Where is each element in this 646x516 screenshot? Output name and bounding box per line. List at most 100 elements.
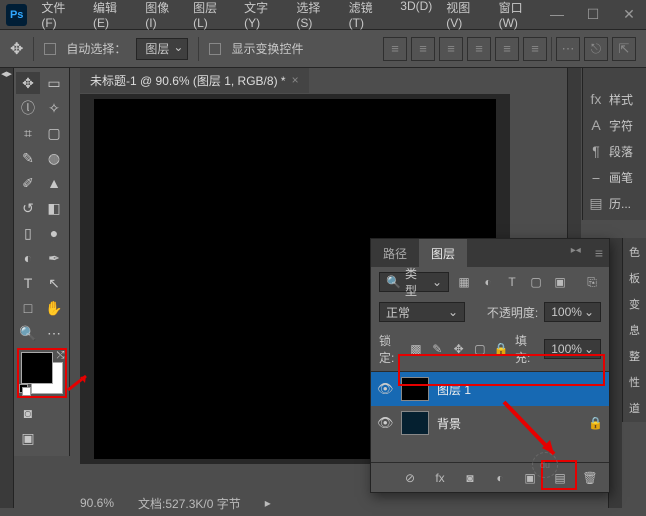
panel-menu-icon[interactable]: ≡ — [589, 239, 609, 267]
panel-color[interactable]: 色 — [625, 244, 644, 260]
right-panels-expand-strip-2[interactable] — [608, 238, 622, 508]
shape-tool[interactable]: □ — [16, 297, 40, 319]
layer-mask-icon[interactable]: ◙ — [461, 469, 479, 487]
doc-info[interactable]: 文档:527.3K/0 字节 — [138, 495, 241, 512]
align-middle-icon[interactable]: ≡ — [495, 37, 519, 61]
align-center-icon[interactable]: ≡ — [411, 37, 435, 61]
stamp-tool[interactable]: ▲ — [42, 172, 66, 194]
panel-character[interactable]: A字符 — [587, 112, 642, 138]
menu-select[interactable]: 选择(S) — [290, 0, 340, 34]
close-button[interactable]: ✕ — [618, 6, 640, 23]
filter-adjust-icon[interactable]: ◐ — [479, 273, 497, 291]
lock-pixels-icon[interactable]: ✎ — [430, 340, 445, 358]
hand-tool[interactable]: ✋ — [42, 297, 66, 319]
layer-thumbnail[interactable] — [401, 377, 429, 401]
adjustment-layer-icon[interactable]: ◐ — [491, 469, 509, 487]
pen-tool[interactable]: ✒ — [42, 247, 66, 269]
gradient-tool[interactable]: ▯ — [16, 222, 40, 244]
frame-tool[interactable]: ▢ — [42, 122, 66, 144]
fg-bg-color[interactable]: ⤭ — [17, 348, 67, 398]
document-tab[interactable]: 未标题-1 @ 90.6% (图层 1, RGB/8) * × — [80, 68, 309, 93]
default-colors-icon[interactable] — [19, 384, 31, 396]
close-tab-icon[interactable]: × — [292, 73, 299, 87]
panel-collapse-icon[interactable]: ▸◂ — [563, 239, 589, 267]
3d-mode-icon[interactable]: ⎋ — [584, 37, 608, 61]
opacity-input[interactable]: 100%⌄ — [544, 302, 601, 322]
crop-tool[interactable]: ⌗ — [16, 122, 40, 144]
menu-image[interactable]: 图像(I) — [139, 0, 185, 34]
text-tool[interactable]: T — [16, 272, 40, 294]
layer-fx-icon[interactable]: fx — [431, 469, 449, 487]
menu-text[interactable]: 文字(Y) — [238, 0, 288, 34]
align-bottom-icon[interactable]: ≡ — [523, 37, 547, 61]
auto-select-checkbox[interactable] — [44, 43, 56, 55]
tab-paths[interactable]: 路径 — [371, 239, 419, 267]
toolbox-expand-strip[interactable] — [0, 68, 14, 508]
panel-swatches[interactable]: 板 — [625, 270, 644, 286]
fill-input[interactable]: 100%⌄ — [544, 339, 601, 359]
zoom-level[interactable]: 90.6% — [80, 496, 114, 510]
panel-styles[interactable]: fx样式 — [587, 86, 642, 112]
layer-thumbnail[interactable] — [401, 411, 429, 435]
tab-layers[interactable]: 图层 — [419, 239, 467, 267]
menu-layer[interactable]: 图层(L) — [187, 0, 236, 34]
menu-3d[interactable]: 3D(D) — [394, 0, 438, 34]
marquee-tool[interactable]: ▭ — [42, 72, 66, 94]
layer-name[interactable]: 背景 — [437, 415, 461, 432]
menu-file[interactable]: 文件(F) — [35, 0, 85, 34]
eyedropper-tool[interactable]: ✎ — [16, 147, 40, 169]
filter-pixel-icon[interactable]: ▦ — [455, 273, 473, 291]
align-top-icon[interactable]: ≡ — [467, 37, 491, 61]
menu-view[interactable]: 视图(V) — [440, 0, 490, 34]
lasso-tool[interactable]: ⓛ — [16, 97, 40, 119]
minimize-button[interactable]: — — [546, 6, 568, 23]
healing-tool[interactable]: ◍ — [42, 147, 66, 169]
edit-toolbar[interactable]: ⋯ — [42, 322, 66, 344]
panel-paragraph[interactable]: ¶段落 — [587, 138, 642, 164]
filter-shape-icon[interactable]: ▢ — [527, 273, 545, 291]
history-brush-tool[interactable]: ↺ — [16, 197, 40, 219]
eraser-tool[interactable]: ◧ — [42, 197, 66, 219]
layer-filter-kind[interactable]: 🔍类型⌄ — [379, 272, 449, 292]
menu-filter[interactable]: 滤镜(T) — [343, 0, 393, 34]
panel-adjustments[interactable]: 变 — [625, 296, 644, 312]
menu-edit[interactable]: 编辑(E) — [87, 0, 137, 34]
show-transform-checkbox[interactable] — [209, 43, 221, 55]
layer-item-bg[interactable]: 👁 背景 🔒 — [371, 406, 609, 440]
panel-brushes[interactable]: ⎯画笔 — [587, 164, 642, 190]
lock-artboard-icon[interactable]: ▢ — [472, 340, 487, 358]
delete-layer-icon[interactable]: 🗑 — [581, 469, 599, 487]
blur-tool[interactable]: ● — [42, 222, 66, 244]
distribute-icon[interactable]: ⋯ — [556, 37, 580, 61]
panel-adjustments2[interactable]: 整 — [625, 348, 644, 364]
align-left-icon[interactable]: ≡ — [383, 37, 407, 61]
visibility-icon[interactable]: 👁 — [377, 381, 393, 397]
layer-name[interactable]: 图层 1 — [437, 381, 471, 398]
share-icon[interactable]: ⇱ — [612, 37, 636, 61]
layer-item-1[interactable]: 👁 图层 1 — [371, 372, 609, 406]
align-right-icon[interactable]: ≡ — [439, 37, 463, 61]
filter-toggle[interactable]: ⎘ — [583, 273, 601, 291]
screenmode-tool[interactable]: ▣ — [16, 427, 40, 449]
link-layers-icon[interactable]: ⊘ — [401, 469, 419, 487]
move-tool[interactable]: ✥ — [16, 72, 40, 94]
filter-smart-icon[interactable]: ▣ — [551, 273, 569, 291]
quickmask-tool[interactable]: ◙ — [16, 402, 40, 424]
lock-position-icon[interactable]: ✥ — [451, 340, 466, 358]
zoom-tool[interactable]: 🔍 — [16, 322, 40, 344]
right-panels-expand-strip[interactable] — [567, 68, 581, 238]
panel-properties[interactable]: 性 — [625, 374, 644, 390]
doc-info-chevron[interactable]: ▸ — [265, 496, 271, 510]
path-select-tool[interactable]: ↖ — [42, 272, 66, 294]
brush-tool[interactable]: ✐ — [16, 172, 40, 194]
filter-text-icon[interactable]: T — [503, 273, 521, 291]
menu-window[interactable]: 窗口(W) — [493, 0, 546, 34]
maximize-button[interactable]: ☐ — [582, 6, 604, 23]
panel-info[interactable]: 息 — [625, 322, 644, 338]
swap-colors-icon[interactable]: ⤭ — [57, 350, 65, 361]
foreground-swatch[interactable] — [21, 352, 53, 384]
panel-history[interactable]: ▤历... — [587, 190, 642, 216]
panel-paths[interactable]: 道 — [625, 400, 644, 416]
lock-transparent-icon[interactable]: ▩ — [408, 340, 423, 358]
quick-select-tool[interactable]: ✧ — [42, 97, 66, 119]
